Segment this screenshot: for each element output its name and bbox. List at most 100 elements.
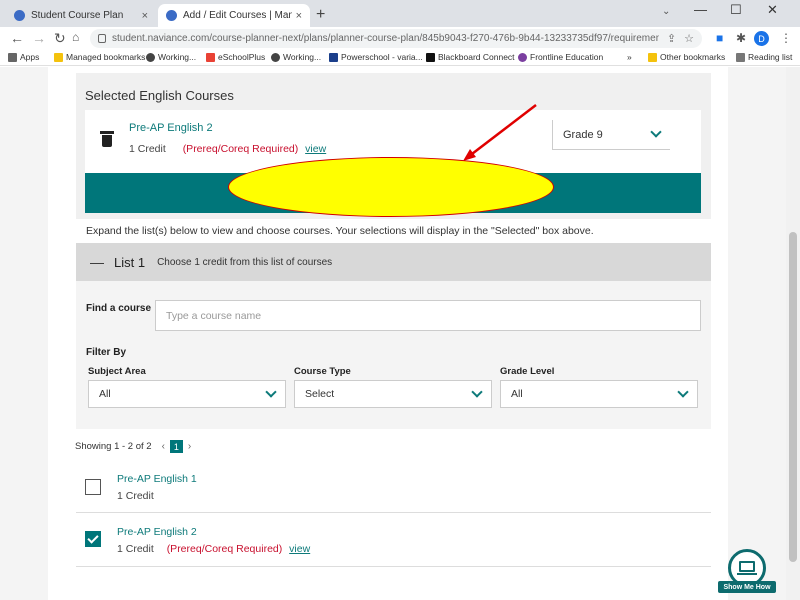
tab-title: Add / Edit Courses | Manage Co [183, 10, 292, 21]
search-filter-panel: Find a course Filter By Subject Area All… [76, 281, 711, 429]
show-me-how-label: Show Me How [718, 581, 776, 593]
scrollbar-thumb[interactable] [789, 232, 797, 562]
course-name[interactable]: Pre-AP English 2 [117, 526, 197, 538]
collapse-icon[interactable]: — [90, 254, 104, 270]
address-bar[interactable]: student.naviance.com/course-planner-next… [90, 29, 702, 48]
prereq-text: (Prereq/Coreq Required) [166, 543, 283, 555]
list-header[interactable]: — List 1 Choose 1 credit from this list … [76, 243, 711, 281]
forward-icon[interactable]: → [32, 30, 46, 46]
tab-student-course-plan[interactable]: Student Course Plan × [6, 4, 156, 27]
grade-level-label: Grade Level [500, 366, 555, 377]
page-scrollbar[interactable] [786, 67, 800, 600]
reading-list-icon [736, 52, 745, 62]
new-tab-button[interactable]: + [316, 6, 325, 24]
view-link[interactable]: view [305, 143, 326, 155]
course-name[interactable]: Pre-AP English 1 [117, 473, 197, 485]
find-course-label: Find a course [86, 303, 152, 314]
subject-area-filter: Subject Area All [88, 366, 286, 408]
frontline-icon [518, 52, 527, 62]
tab-title: Student Course Plan [31, 10, 124, 21]
extension-icon[interactable]: ■ [716, 31, 723, 45]
reload-icon[interactable]: ↻ [54, 30, 66, 47]
menu-icon[interactable]: ⋮ [780, 31, 792, 45]
browser-tab-bar: Student Course Plan × Add / Edit Courses… [0, 0, 800, 27]
star-icon[interactable]: ☆ [684, 32, 694, 45]
list-subtitle: Choose 1 credit from this list of course… [157, 256, 333, 268]
url-text: student.naviance.com/course-planner-next… [112, 33, 659, 44]
page-1-button[interactable]: 1 [169, 440, 183, 453]
globe-icon [271, 52, 280, 62]
showing-count: Showing 1 - 2 of 2 [75, 441, 152, 452]
tab-add-edit-courses[interactable]: Add / Edit Courses | Manage Co × [158, 4, 310, 27]
back-icon[interactable]: ← [10, 30, 24, 46]
home-icon[interactable]: ⌂ [72, 30, 79, 44]
puzzle-icon[interactable]: ✱ [736, 31, 746, 45]
next-page-button[interactable]: › [188, 441, 191, 452]
browser-toolbar: ← → ↻ ⌂ student.naviance.com/course-plan… [0, 27, 800, 50]
bookmark-other[interactable]: Other bookmarks [648, 52, 725, 62]
subject-area-select[interactable]: All [88, 380, 286, 408]
prev-page-button[interactable]: ‹ [162, 441, 165, 452]
yellow-highlight-annotation [228, 157, 554, 217]
chevron-down-icon [471, 385, 483, 398]
bookmark-reading-list[interactable]: Reading list [736, 52, 792, 62]
share-icon[interactable]: ⇪ [667, 32, 676, 45]
bookmark-working-2[interactable]: Working... [271, 52, 321, 62]
red-arrow-annotation [463, 104, 537, 161]
course-checkbox[interactable] [85, 479, 101, 495]
eschoolplus-icon [206, 52, 215, 62]
trash-icon[interactable] [100, 131, 114, 147]
bookmark-apps[interactable]: Apps [8, 52, 39, 62]
close-window-icon[interactable]: ✕ [767, 2, 778, 18]
filter-by-label: Filter By [86, 347, 127, 358]
blackboard-icon [426, 52, 435, 62]
course-type-filter: Course Type Select [294, 366, 492, 408]
right-gutter [728, 67, 786, 600]
chevron-down-icon [650, 126, 662, 138]
left-gutter [0, 67, 48, 600]
show-me-how-button[interactable]: Show Me How [718, 549, 776, 599]
course-credit: 1 Credit [117, 543, 154, 555]
prereq-text: (Prereq/Coreq Required) [182, 143, 299, 155]
subject-area-label: Subject Area [88, 366, 146, 377]
course-row: Pre-AP English 2 1 Credit (Prereq/Coreq … [76, 513, 711, 567]
globe-icon [146, 52, 155, 62]
list-title: List 1 [114, 254, 146, 270]
selected-courses-title: Selected English Courses [85, 88, 234, 103]
grade-select[interactable]: Grade 9 [552, 120, 670, 150]
bookmark-blackboard[interactable]: Blackboard Connect [426, 52, 515, 62]
powerschool-icon [329, 52, 338, 62]
bookmark-frontline[interactable]: Frontline Education [518, 52, 603, 62]
close-icon[interactable]: × [296, 10, 302, 22]
minimize-icon[interactable]: — [694, 2, 707, 17]
bookmark-powerschool[interactable]: Powerschool - varia... [329, 52, 423, 62]
profile-avatar[interactable]: D [754, 31, 769, 46]
course-type-value: Select [305, 388, 335, 400]
course-type-label: Course Type [294, 366, 351, 377]
find-course-input[interactable] [155, 300, 701, 331]
bookmark-eschoolplus[interactable]: eSchoolPlus [206, 52, 265, 62]
site-favicon-icon [166, 10, 177, 21]
instructions-text: Expand the list(s) below to view and cho… [86, 225, 594, 237]
maximize-icon[interactable]: ☐ [730, 2, 742, 18]
bookmark-working-1[interactable]: Working... [146, 52, 196, 62]
grade-level-select[interactable]: All [500, 380, 698, 408]
bookmarks-bar: Apps Managed bookmarks Working... eSchoo… [0, 50, 800, 66]
grade-level-filter: Grade Level All [500, 366, 698, 408]
grade-level-value: All [511, 388, 523, 400]
course-checkbox-checked[interactable] [85, 531, 101, 547]
subject-area-value: All [99, 388, 111, 400]
pagination: Showing 1 - 2 of 2 ‹ 1 › [75, 440, 196, 453]
selected-course-name[interactable]: Pre-AP English 2 [129, 122, 213, 134]
course-meta: 1 Credit (Prereq/Coreq Required) view [117, 543, 310, 555]
tab-search-icon[interactable]: ⌄ [662, 6, 670, 17]
view-link[interactable]: view [289, 543, 310, 555]
lock-icon [98, 34, 106, 43]
course-credit: 1 Credit [117, 490, 154, 502]
close-icon[interactable]: × [142, 10, 148, 22]
grade-value: Grade 9 [563, 128, 603, 141]
bookmarks-overflow[interactable]: » [627, 52, 632, 62]
course-type-select[interactable]: Select [294, 380, 492, 408]
bookmark-managed[interactable]: Managed bookmarks [54, 52, 145, 62]
folder-icon [648, 52, 657, 62]
